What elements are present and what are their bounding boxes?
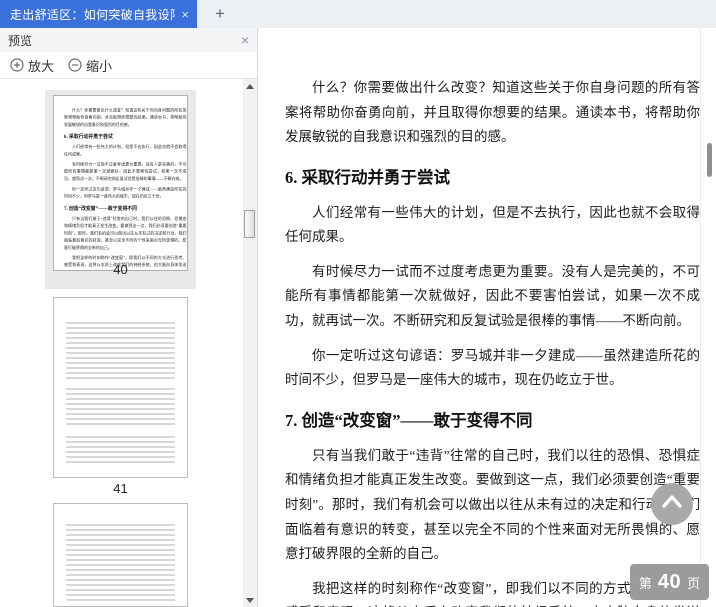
tab-close-icon[interactable]: × — [181, 8, 189, 21]
ebook-reader-window: 走出舒适区：如何突破自我设限 × + 预览 × 放大 缩小 什么？你需要做出什么… — [0, 0, 716, 607]
zoom-in-button[interactable]: 放大 — [10, 56, 54, 75]
scroll-down-arrow[interactable] — [243, 593, 257, 607]
thumbnail-list: 什么？你需要做出什么改变？知道这些关于你自身问题的所有答案将帮助你奋勇向前，并且… — [0, 79, 244, 607]
triangle-down-icon — [246, 597, 254, 603]
section-6-heading: 6. 采取行动并勇于尝试 — [285, 167, 450, 187]
sidebar-scrollbar[interactable] — [243, 79, 257, 607]
zoom-out-button[interactable]: 缩小 — [68, 56, 112, 75]
new-tab-button[interactable]: + — [205, 0, 235, 28]
paragraph: 有时候尽力一试而不过度考虑更为重要。没有人是完美的，不可能所有事情都能第一次就做… — [285, 263, 700, 329]
zoom-in-label: 放大 — [28, 58, 55, 74]
triangle-up-icon — [246, 83, 254, 89]
paragraph: 什么？你需要做出什么改变？知道这些关于你自身问题的所有答案将帮助你奋勇向前，并且… — [285, 80, 700, 145]
thumbnail-item-40-selected[interactable]: 什么？你需要做出什么改变？知道这些关于你自身问题的所有答案将帮助你奋勇向前，并且… — [45, 90, 196, 289]
chevron-up-icon — [651, 481, 693, 528]
page-badge-suffix: 页 — [687, 575, 701, 591]
thumbnail-page-42[interactable] — [53, 503, 188, 607]
preview-panel-title: 预览 — [8, 33, 33, 48]
thumbnail-page-40[interactable]: 什么？你需要做出什么改变？知道这些关于你自身问题的所有答案将帮助你奋勇向前，并且… — [53, 95, 188, 271]
section-7-heading: 7. 创造“改变窗”——敢于变得不同 — [285, 410, 533, 430]
thumbnail-page-number-41: 41 — [113, 481, 128, 496]
sidebar-scrollbar-thumb[interactable] — [244, 210, 255, 238]
thumbnail-page-number-40: 40 — [113, 262, 128, 277]
paragraph: 只有当我们敢于“违背”往常的自己时，我们以往的恐惧、恐惧症和情绪负担才能真正发生… — [285, 447, 700, 562]
back-to-top-button[interactable] — [651, 483, 693, 525]
thumbnail-page-40-content: 什么？你需要做出什么改变？知道这些关于你自身问题的所有答案将帮助你奋勇向前，并且… — [64, 107, 187, 270]
page-number-badge: 第 40 页 — [630, 564, 709, 600]
panel-close-icon[interactable]: × — [241, 33, 249, 47]
book-page-content: 什么？你需要做出什么改变？知道这些关于你自身问题的所有答案将帮助你奋勇向前，并且… — [285, 28, 700, 607]
thumbnail-zoom-toolbar: 放大 缩小 — [0, 52, 257, 79]
zoom-out-icon — [68, 58, 82, 72]
thumbnail-page-41[interactable] — [53, 297, 188, 478]
main-scrollbar-thumb[interactable] — [707, 143, 712, 177]
page-edge-divider — [700, 28, 701, 607]
zoom-in-icon — [10, 58, 24, 72]
paragraph: 人们经常有一些伟大的计划，但是不去执行，因此也就不会取得任何成果。 — [285, 204, 700, 245]
tab-bar: 走出舒适区：如何突破自我设限 × + — [0, 0, 716, 28]
zoom-out-label: 缩小 — [86, 58, 113, 74]
tab-book[interactable]: 走出舒适区：如何突破自我设限 × — [0, 0, 197, 28]
page-badge-number: 40 — [657, 570, 682, 593]
page-badge-prefix: 第 — [638, 575, 652, 591]
preview-panel-header: 预览 × — [0, 28, 257, 52]
paragraph: 你一定听过这句谚语：罗马城并非一夕建成——虽然建造所花的时间不少，但罗马是一座伟… — [285, 347, 700, 388]
preview-sidebar: 预览 × 放大 缩小 什么？你需要做出什么改变？知道这些关于你自身问题的所有答案… — [0, 28, 258, 607]
tab-title: 走出舒适区：如何突破自我设限 — [10, 7, 176, 22]
scroll-up-arrow[interactable] — [243, 79, 257, 93]
reading-pane: 什么？你需要做出什么改变？知道这些关于你自身问题的所有答案将帮助你奋勇向前，并且… — [259, 28, 716, 607]
